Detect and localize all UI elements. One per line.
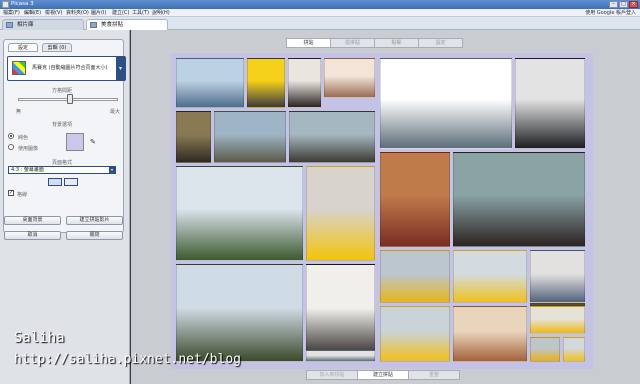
layout-dropdown[interactable]: 馬賽克 (自動縮圖片符合頁面大小) ▾ bbox=[7, 56, 126, 81]
title-bar: Picasa 3 – □ × bbox=[0, 0, 640, 9]
layout-text: 馬賽克 (自動縮圖片符合頁面大小) bbox=[32, 65, 108, 71]
maximize-icon[interactable]: □ bbox=[619, 1, 628, 8]
tab-bar: 相片庫 美食拼貼 bbox=[0, 17, 640, 30]
tab-collage[interactable]: 美食拼貼 bbox=[86, 19, 168, 30]
menu-edit[interactable]: 編輯(E) bbox=[24, 9, 41, 17]
photo-tile[interactable] bbox=[380, 250, 450, 303]
tab-collage-view[interactable]: 拼貼 bbox=[286, 38, 331, 48]
menu-picture[interactable]: 圖片(I) bbox=[91, 9, 106, 17]
photo-tile[interactable] bbox=[176, 264, 303, 362]
menu-help[interactable]: 說明(H) bbox=[152, 9, 170, 17]
add-to-collage-button[interactable]: 加入到拼貼 bbox=[306, 370, 358, 380]
photo-tile[interactable] bbox=[289, 111, 375, 163]
spacing-label: 方格間距 bbox=[52, 88, 73, 94]
minimize-icon[interactable]: – bbox=[609, 1, 618, 8]
collage-workspace: 拼貼 從拼貼 點擊 設定 加入到拼貼 建立拼貼 重整 bbox=[131, 30, 640, 384]
solid-color-label: 純色 bbox=[18, 135, 29, 141]
photo-tile[interactable] bbox=[247, 58, 285, 108]
create-collage-button[interactable]: 建立拼貼影片 bbox=[66, 216, 123, 225]
menu-bar: 檔案(F) 編輯(E) 檢視(V) 資料夾(O) 圖片(I) 建立(C) 工具(… bbox=[0, 9, 640, 17]
tab-library-label: 相片庫 bbox=[17, 22, 34, 28]
close-icon[interactable]: × bbox=[629, 1, 638, 8]
tab-setup[interactable]: 設定 bbox=[418, 38, 463, 48]
page-format-label: 頁面格式 bbox=[52, 160, 73, 166]
tab-click[interactable]: 點擊 bbox=[374, 38, 419, 48]
photo-tile[interactable] bbox=[563, 337, 585, 362]
photo-tile[interactable] bbox=[176, 111, 211, 163]
close-button[interactable]: 關閉 bbox=[66, 231, 123, 240]
menu-file[interactable]: 檔案(F) bbox=[3, 9, 20, 17]
background-color-swatch[interactable] bbox=[66, 133, 84, 151]
photo-tile[interactable] bbox=[306, 264, 375, 362]
watermark-name: Saliha bbox=[14, 330, 65, 346]
refresh-button[interactable]: 重整 bbox=[408, 370, 460, 380]
menu-create[interactable]: 建立(C) bbox=[112, 9, 129, 17]
collage-canvas[interactable] bbox=[171, 53, 593, 369]
eyedropper-icon[interactable]: ✎ bbox=[90, 138, 96, 146]
aspect-value: 4:3 : 螢幕畫面 bbox=[11, 167, 44, 173]
photo-tile[interactable] bbox=[380, 58, 512, 149]
library-icon bbox=[6, 22, 13, 28]
menu-folder[interactable]: 資料夾(O) bbox=[66, 9, 89, 17]
photo-tile[interactable] bbox=[453, 306, 527, 362]
tab-settings[interactable]: 設定 bbox=[8, 43, 38, 52]
photo-tile[interactable] bbox=[214, 111, 286, 163]
menu-view[interactable]: 檢視(V) bbox=[45, 9, 62, 17]
tab-collage-label: 美食拼貼 bbox=[101, 22, 124, 28]
radio-use-image[interactable] bbox=[8, 144, 14, 150]
collage-toolbar: 拼貼 從拼貼 點擊 設定 bbox=[286, 38, 463, 48]
photo-tile[interactable] bbox=[324, 58, 375, 98]
photo-tile[interactable] bbox=[176, 58, 244, 108]
radio-solid-color[interactable] bbox=[8, 133, 14, 139]
collage-icon bbox=[90, 22, 97, 28]
photo-tile[interactable] bbox=[380, 306, 450, 362]
grid-label: 格線 bbox=[17, 192, 28, 198]
photo-tile[interactable] bbox=[453, 250, 527, 303]
photo-tile[interactable] bbox=[515, 58, 585, 149]
spacing-min: 無 bbox=[16, 109, 22, 115]
photo-tile[interactable] bbox=[530, 250, 585, 303]
chevron-down-icon[interactable]: ▾ bbox=[116, 57, 125, 80]
aspect-dropdown[interactable]: 4:3 : 螢幕畫面 ▾ bbox=[8, 166, 116, 174]
chevron-down-icon[interactable]: ▾ bbox=[109, 167, 115, 173]
photo-tile[interactable] bbox=[176, 166, 303, 261]
tab-from-collage[interactable]: 從拼貼 bbox=[330, 38, 375, 48]
layout-thumbnail bbox=[12, 61, 26, 75]
menu-tools[interactable]: 工具(T) bbox=[132, 9, 149, 17]
photo-tile[interactable] bbox=[306, 166, 375, 261]
spacing-slider-thumb[interactable] bbox=[67, 94, 73, 104]
landscape-icon[interactable] bbox=[48, 178, 62, 186]
tab-clips[interactable]: 剪輯 (0) bbox=[42, 43, 72, 52]
google-signin-link[interactable]: 使用 Google 帳戶登入 bbox=[585, 9, 636, 17]
watermark-url: http://saliha.pixnet.net/blog bbox=[14, 352, 241, 367]
photo-tile[interactable] bbox=[380, 152, 450, 247]
cancel-button[interactable]: 取消 bbox=[4, 231, 61, 240]
tab-library[interactable]: 相片庫 bbox=[2, 19, 84, 30]
window-controls: – □ × bbox=[609, 1, 638, 8]
build-collage-button[interactable]: 建立拼貼 bbox=[357, 370, 409, 380]
window-title: Picasa 3 bbox=[11, 1, 34, 7]
photo-tile[interactable] bbox=[530, 337, 560, 362]
photo-tile[interactable] bbox=[530, 303, 585, 306]
spacing-max: 最大 bbox=[110, 109, 121, 115]
grid-checkbox[interactable]: ✓ bbox=[8, 190, 14, 196]
photo-tile[interactable] bbox=[453, 152, 585, 247]
use-image-label: 使用圖像 bbox=[18, 146, 39, 152]
settings-panel: 設定 剪輯 (0) 馬賽克 (自動縮圖片符合頁面大小) ▾ 方格間距 無 最大 … bbox=[3, 39, 126, 233]
portrait-icon[interactable] bbox=[64, 178, 78, 186]
photo-tile[interactable] bbox=[288, 58, 321, 108]
collage-bottom-toolbar: 加入到拼貼 建立拼貼 重整 bbox=[306, 370, 460, 380]
app-icon bbox=[2, 1, 9, 8]
background-label: 背景選項 bbox=[52, 122, 73, 128]
photo-tile[interactable] bbox=[530, 306, 585, 334]
desktop-background-button[interactable]: 桌面背景 bbox=[4, 216, 61, 225]
photo-tile[interactable] bbox=[306, 350, 375, 362]
